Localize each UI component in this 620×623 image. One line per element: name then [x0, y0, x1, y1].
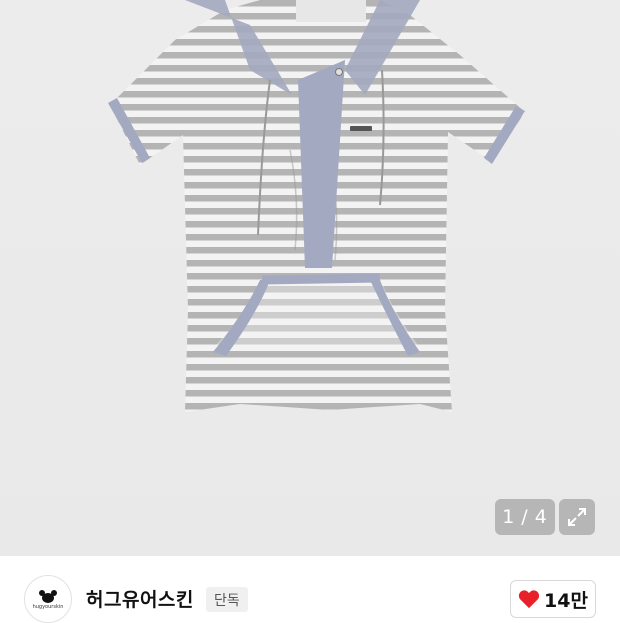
expand-icon	[568, 508, 586, 526]
like-button[interactable]: 14만	[510, 580, 596, 618]
page-separator: /	[521, 506, 529, 528]
shop-name[interactable]: 허그유어스킨	[86, 585, 194, 612]
expand-button[interactable]	[559, 499, 595, 535]
total-pages: 4	[534, 506, 548, 528]
product-image-viewer[interactable]: 1 / 4	[0, 0, 620, 556]
current-page: 1	[502, 506, 516, 528]
shop-logo[interactable]: hugyourskin	[24, 575, 72, 623]
exclusive-badge: 단독	[206, 587, 248, 612]
logo-text: hugyourskin	[32, 603, 64, 610]
heart-icon	[518, 590, 540, 609]
product-image	[108, 0, 525, 412]
image-counter: 1 / 4	[495, 499, 555, 535]
bear-logo-icon	[39, 589, 57, 603]
like-count: 14만	[544, 589, 588, 612]
